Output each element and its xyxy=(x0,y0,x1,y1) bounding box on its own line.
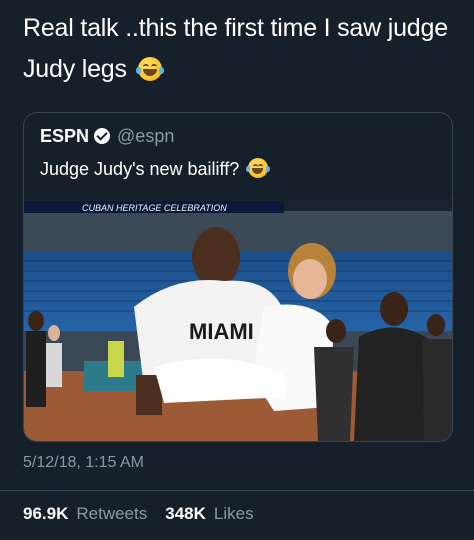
tweet-text: Real talk ..this the first time I saw ju… xyxy=(23,8,463,90)
tweet-stats: 96.9K Retweets 348K Likes xyxy=(23,504,264,524)
tweet-text-line1: Real talk ..this the first time I saw ju… xyxy=(23,14,448,42)
quoted-tweet-photo[interactable]: CUBAN HERITAGE CELEBRATION MIAMI xyxy=(24,197,452,441)
photo-jersey-text: MIAMI xyxy=(189,319,254,344)
quoted-author-handle[interactable]: @espn xyxy=(117,125,174,147)
quoted-tweet-card[interactable]: ESPN @espn Judge Judy's new bailiff? CUB… xyxy=(23,112,453,442)
quoted-tweet-text-content: Judge Judy's new bailiff? xyxy=(40,159,240,179)
stats-divider xyxy=(0,490,474,491)
retweets-label[interactable]: Retweets xyxy=(76,504,147,524)
quoted-author-name[interactable]: ESPN xyxy=(40,125,89,147)
retweets-count[interactable]: 96.9K xyxy=(23,504,68,524)
tweet-text-line2: Judy legs xyxy=(23,55,127,83)
verified-badge-icon xyxy=(94,128,111,144)
tweet-timestamp[interactable]: 5/12/18, 1:15 AM xyxy=(23,454,144,472)
laughing-tears-emoji-icon xyxy=(246,158,271,178)
quoted-tweet-text: Judge Judy's new bailiff? xyxy=(40,157,271,181)
laughing-tears-emoji-icon xyxy=(135,57,164,81)
quoted-tweet-header: ESPN @espn xyxy=(40,125,174,147)
likes-count[interactable]: 348K xyxy=(165,504,206,524)
photo-banner-text: CUBAN HERITAGE CELEBRATION xyxy=(82,203,227,213)
likes-label[interactable]: Likes xyxy=(214,504,254,524)
